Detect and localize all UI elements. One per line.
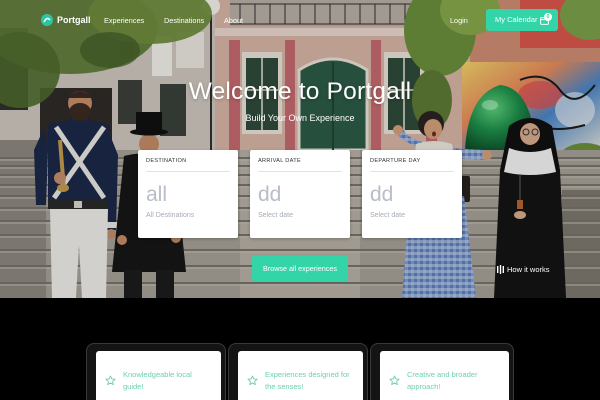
brand-logo[interactable]: Portgall xyxy=(41,14,91,26)
feature-text: Knowledgeable local guide! xyxy=(123,370,192,391)
how-it-works-link[interactable]: How it works xyxy=(497,264,550,274)
logo-icon xyxy=(41,14,53,26)
arrival-date-field[interactable]: ARRIVAL DATE dd Select date xyxy=(250,150,350,238)
card-value: dd xyxy=(370,183,394,206)
my-calendar-button[interactable]: My Calendar 0 xyxy=(486,9,558,31)
divider xyxy=(146,171,230,172)
star-icon xyxy=(105,375,116,386)
video-icon xyxy=(497,264,504,274)
feature-text: Experiences designed for the senses! xyxy=(265,370,350,391)
nav-link-about[interactable]: About xyxy=(224,16,243,25)
hero-title: Welcome to Portgall xyxy=(188,78,412,105)
star-icon xyxy=(247,375,258,386)
hero-subtitle: Build Your Own Experience xyxy=(245,113,355,123)
card-label: DEPARTURE DAY xyxy=(370,158,421,164)
card-value: all xyxy=(146,183,168,206)
card-hint: Select date xyxy=(370,212,406,219)
browse-experiences-button[interactable]: Browse all experiences xyxy=(252,256,348,281)
feature-frame: Experiences designed for the senses! xyxy=(228,343,368,400)
feature-frame: Knowledgeable local guide! xyxy=(86,343,226,400)
nav-link-destinations[interactable]: Destinations xyxy=(164,16,204,25)
destination-selector[interactable]: DESTINATION all All Destinations xyxy=(138,150,238,238)
feature-card: Knowledgeable local guide! xyxy=(96,351,221,400)
feature-frame: Creative and broader approach! xyxy=(370,343,514,400)
calendar-button-label: My Calendar xyxy=(495,15,538,24)
brand-name: Portgall xyxy=(57,15,91,25)
divider xyxy=(258,171,342,172)
nav-link-experiences[interactable]: Experiences xyxy=(104,16,144,25)
hero-section: Portgall Experiences Destinations About … xyxy=(0,0,600,298)
departure-date-field[interactable]: DEPARTURE DAY dd Select date xyxy=(362,150,462,238)
star-icon xyxy=(389,375,400,386)
how-it-works-label: How it works xyxy=(507,264,550,274)
card-hint: Select date xyxy=(258,212,294,219)
feature-card: Creative and broader approach! xyxy=(380,351,509,400)
photo-overlay xyxy=(0,0,600,298)
calendar-count-badge: 0 xyxy=(544,13,552,21)
card-label: DESTINATION xyxy=(146,158,187,164)
card-hint: All Destinations xyxy=(146,212,195,219)
card-label: ARRIVAL DATE xyxy=(258,158,301,164)
feature-card: Experiences designed for the senses! xyxy=(238,351,363,400)
feature-text: Creative and broader approach! xyxy=(407,370,478,391)
card-value: dd xyxy=(258,183,282,206)
divider xyxy=(370,171,454,172)
login-link[interactable]: Login xyxy=(450,16,468,25)
hero-photo xyxy=(0,0,600,298)
